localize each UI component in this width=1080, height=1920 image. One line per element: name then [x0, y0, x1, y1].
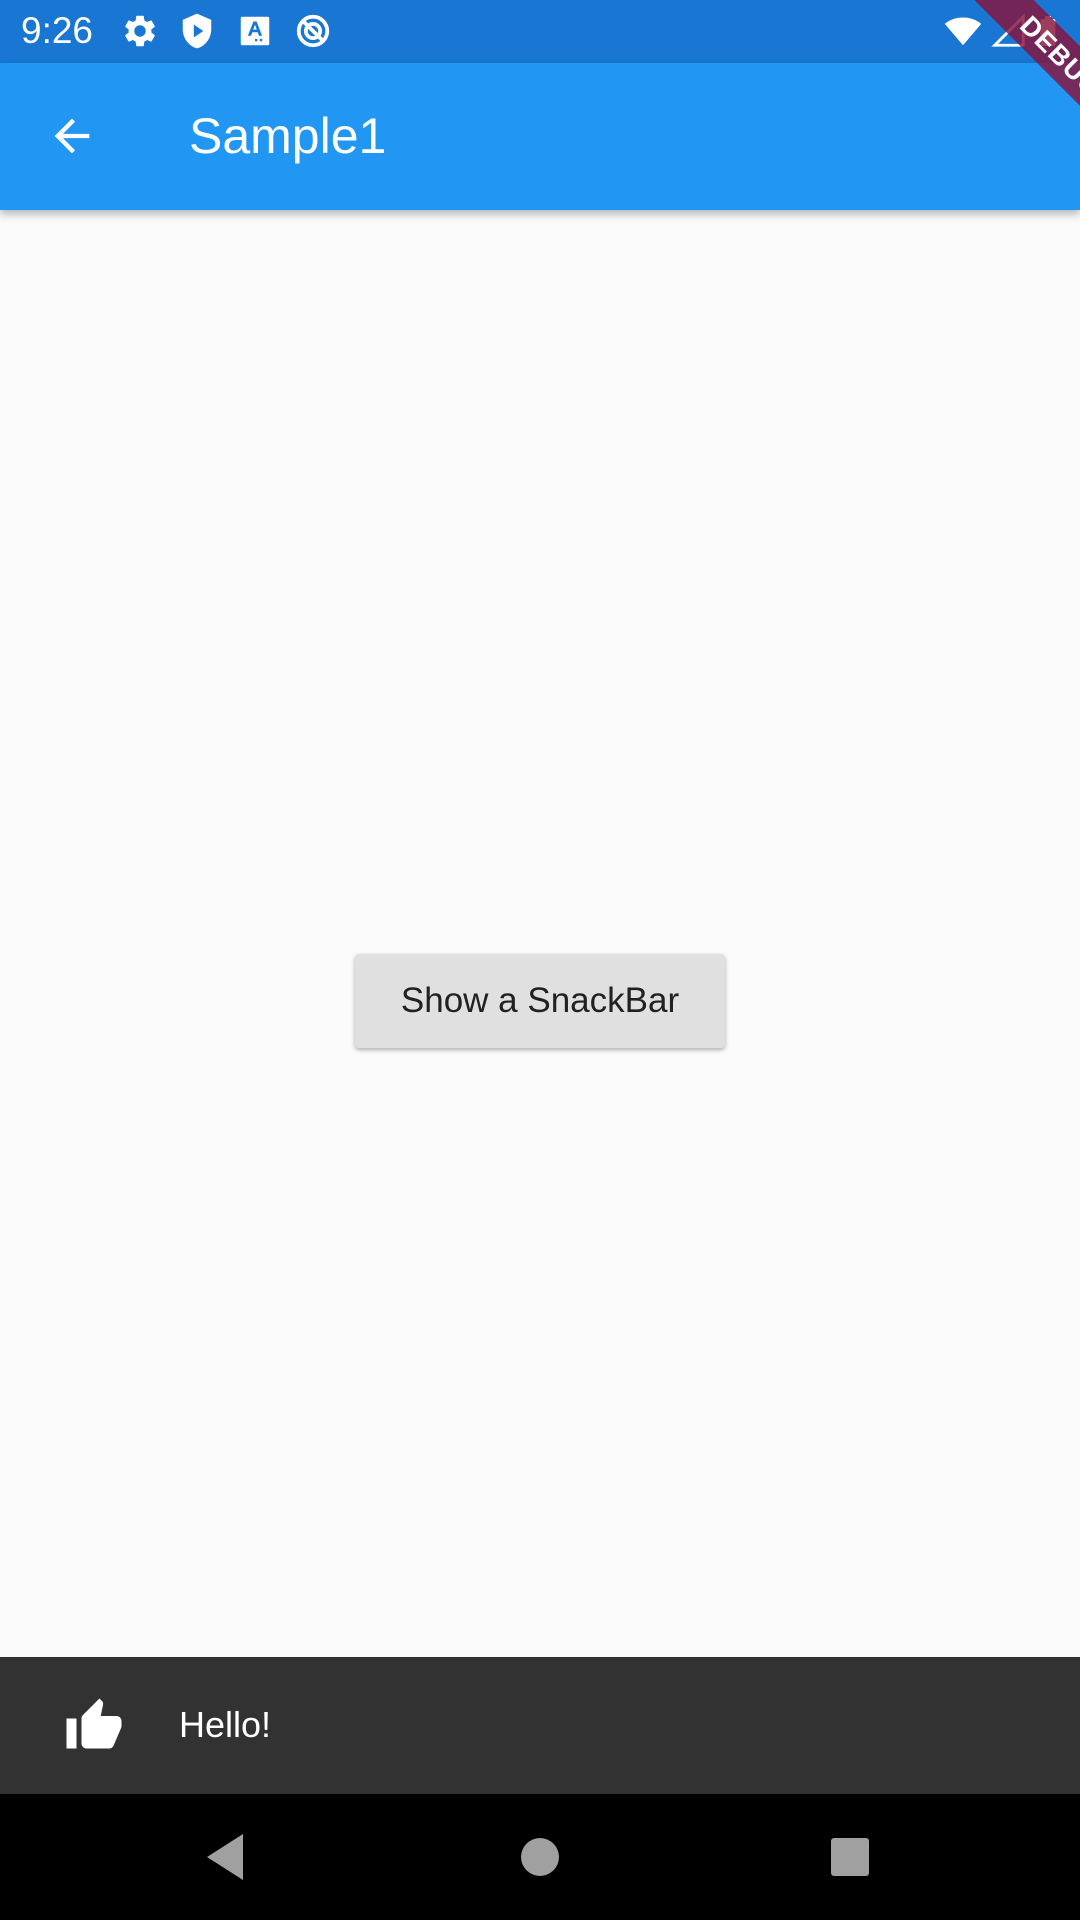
nav-back-button[interactable] — [192, 1824, 258, 1890]
system-nav-bar — [0, 1794, 1080, 1920]
shield-play-icon — [182, 13, 212, 49]
battery-icon — [1040, 16, 1056, 46]
font-a-icon — [240, 16, 270, 46]
back-button[interactable] — [30, 94, 114, 178]
thumb-up-icon — [66, 1698, 122, 1749]
nav-recents-button[interactable] — [817, 1824, 883, 1890]
status-bar: 9:26 — [0, 0, 1080, 63]
settings-icon — [125, 15, 155, 47]
page-title: Sample1 — [189, 108, 387, 164]
show-snackbar-button[interactable]: Show a SnackBar — [355, 954, 725, 1048]
status-time: 9:26 — [21, 10, 94, 51]
home-circle-icon — [521, 1838, 559, 1876]
arrow-back-icon — [54, 118, 90, 154]
no-sync-icon — [296, 14, 330, 48]
app-bar: Sample1 — [0, 63, 1080, 210]
nav-home-button[interactable] — [507, 1824, 573, 1890]
snackbar-message: Hello! — [179, 1704, 272, 1745]
back-triangle-icon — [207, 1834, 243, 1880]
signal-icon — [991, 13, 1025, 47]
snackbar: Hello! — [0, 1657, 1080, 1794]
recents-square-icon — [831, 1838, 869, 1876]
wifi-icon — [944, 17, 982, 46]
app-screen: 9:26 Sample1 DEBUG Show a SnackBar Hello… — [0, 0, 1080, 1920]
